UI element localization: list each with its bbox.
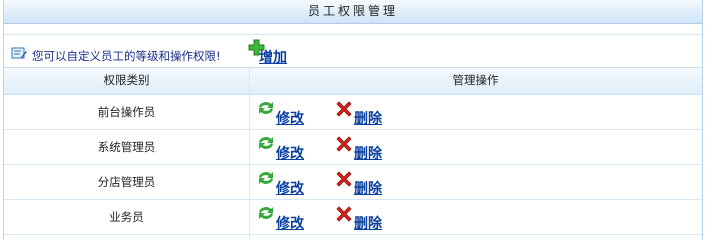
red-x-icon (336, 171, 352, 187)
delete-label[interactable]: 删除 (354, 178, 382, 198)
table-row: 前台操作员 修改 删除 (4, 95, 702, 130)
refresh-arrows-icon (259, 207, 273, 219)
edit-note-icon (11, 46, 27, 60)
delete-button[interactable]: 删除 (334, 130, 394, 164)
edit-label[interactable]: 修改 (276, 213, 304, 233)
edit-label[interactable]: 修改 (276, 108, 304, 128)
delete-label[interactable]: 删除 (354, 143, 382, 163)
red-x-icon (336, 206, 352, 222)
column-header-actions: 管理操作 (452, 73, 499, 87)
edit-label[interactable]: 修改 (276, 143, 304, 163)
table-header: 权限类别 管理操作 (4, 67, 702, 95)
delete-label[interactable]: 删除 (354, 108, 382, 128)
delete-label[interactable]: 删除 (354, 213, 382, 233)
refresh-arrows-icon (259, 172, 273, 184)
red-x-icon (336, 136, 352, 152)
info-note: 您可以自定义员工的等级和操作权限! (32, 49, 221, 63)
table-row: 分店管理员 修改 删除 (4, 165, 702, 200)
edit-button[interactable]: 修改 (256, 130, 316, 164)
table-row: 系统管理员 修改 删除 (4, 130, 702, 165)
delete-button[interactable]: 删除 (334, 200, 394, 234)
add-button[interactable]: 增加 (259, 47, 287, 67)
permission-table: 权限类别 管理操作 前台操作员 修改 删除 系统管理员 修改 删除 分店管理员 … (4, 67, 702, 235)
role-name: 分店管理员 (97, 175, 156, 189)
column-header-category: 权限类别 (103, 73, 150, 87)
delete-button[interactable]: 删除 (334, 165, 394, 199)
delete-button[interactable]: 删除 (334, 95, 394, 129)
edit-label[interactable]: 修改 (276, 178, 304, 198)
role-name: 系统管理员 (97, 140, 156, 154)
red-x-icon (336, 101, 352, 117)
info-bar: 您可以自定义员工的等级和操作权限! 增加 (4, 34, 702, 68)
edit-button[interactable]: 修改 (256, 200, 316, 234)
column-divider (249, 67, 250, 240)
page-title: 员工权限管理 (4, 0, 702, 24)
role-name: 业务员 (109, 210, 144, 224)
role-name: 前台操作员 (97, 105, 156, 119)
refresh-arrows-icon (259, 137, 273, 149)
table-row: 业务员 修改 删除 (4, 200, 702, 235)
permission-panel: 员工权限管理 您可以自定义员工的等级和操作权限! 增加 权限类别 管理操作 前台… (3, 0, 703, 240)
edit-button[interactable]: 修改 (256, 95, 316, 129)
edit-button[interactable]: 修改 (256, 165, 316, 199)
refresh-arrows-icon (259, 102, 273, 114)
